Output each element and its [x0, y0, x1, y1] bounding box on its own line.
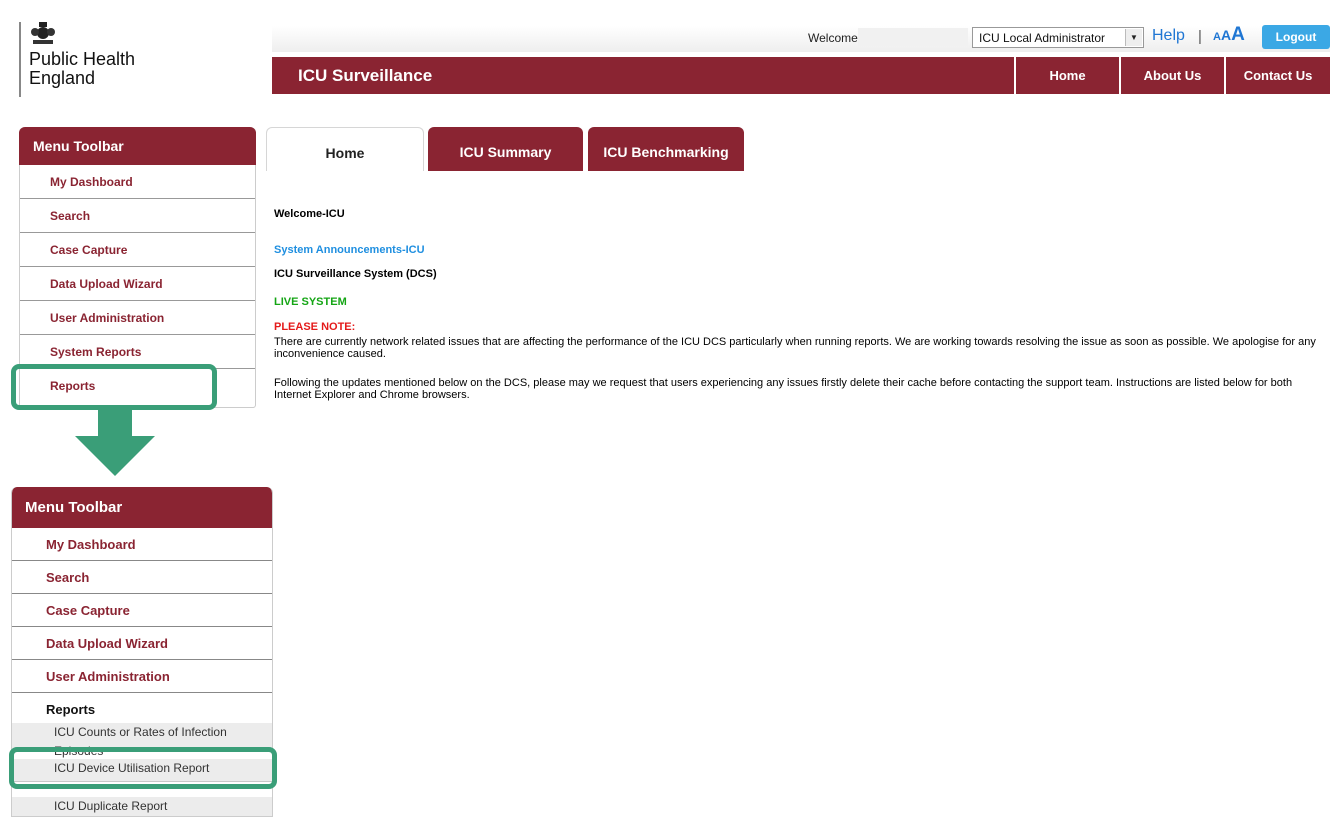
menu-toolbar-expanded-title: Menu Toolbar: [12, 487, 272, 528]
nav-about-us[interactable]: About Us: [1119, 57, 1224, 94]
tab-icu-benchmarking[interactable]: ICU Benchmarking: [588, 127, 744, 171]
reports-highlight: [11, 364, 217, 410]
menu-toolbar-title: Menu Toolbar: [19, 127, 256, 165]
text-size-large[interactable]: A: [1231, 24, 1245, 45]
logo-text: Public Health England: [29, 50, 135, 88]
tab-home[interactable]: Home: [266, 127, 424, 171]
sidebar-item-case-capture[interactable]: Case Capture: [12, 594, 272, 627]
role-select-value: ICU Local Administrator: [979, 31, 1106, 45]
sidebar-item-reports[interactable]: Reports: [12, 693, 272, 726]
welcome-heading: Welcome-ICU: [274, 208, 345, 220]
report-item-icu-duplicate[interactable]: ICU Duplicate Report: [12, 797, 272, 816]
sidebar-item-search[interactable]: Search: [12, 561, 272, 594]
text-size-small[interactable]: A: [1213, 31, 1221, 43]
system-title: ICU Surveillance System (DCS): [274, 268, 437, 280]
welcome-username-redacted: [858, 28, 968, 46]
announcements-title: System Announcements-ICU: [274, 244, 425, 256]
logo-divider: [19, 22, 21, 97]
please-note-label: PLEASE NOTE:: [274, 321, 356, 333]
logo-line2: England: [29, 68, 96, 88]
sidebar-item-data-upload-wizard[interactable]: Data Upload Wizard: [20, 267, 255, 301]
sidebar-item-user-administration[interactable]: User Administration: [20, 301, 255, 335]
role-select[interactable]: ICU Local Administrator ▼: [972, 27, 1144, 48]
notice-paragraph-2: Following the updates mentioned below on…: [274, 377, 1293, 401]
sidebar-item-case-capture[interactable]: Case Capture: [20, 233, 255, 267]
nav-contact-us[interactable]: Contact Us: [1224, 57, 1330, 94]
live-system-label: LIVE SYSTEM: [274, 296, 347, 308]
phe-logo: Public Health England: [19, 14, 219, 97]
notice-paragraph-1: There are currently network related issu…: [274, 336, 1316, 360]
logout-button[interactable]: Logout: [1262, 25, 1330, 49]
help-link[interactable]: Help: [1152, 27, 1185, 45]
text-size-controls[interactable]: AAA: [1213, 24, 1245, 46]
chevron-down-icon[interactable]: ▼: [1125, 29, 1142, 46]
separator: |: [1198, 28, 1202, 45]
logo-line1: Public Health: [29, 49, 136, 69]
sidebar-item-search[interactable]: Search: [20, 199, 255, 233]
device-utilisation-highlight: [9, 747, 277, 789]
down-arrow-icon: [75, 410, 155, 476]
welcome-label: Welcome: [808, 31, 858, 45]
royal-crest-icon: [31, 22, 55, 44]
sidebar-item-user-administration[interactable]: User Administration: [12, 660, 272, 693]
sidebar-item-data-upload-wizard[interactable]: Data Upload Wizard: [12, 627, 272, 660]
sidebar-item-my-dashboard[interactable]: My Dashboard: [20, 165, 255, 199]
sidebar-item-my-dashboard[interactable]: My Dashboard: [12, 528, 272, 561]
nav-home[interactable]: Home: [1014, 57, 1119, 94]
text-size-medium[interactable]: A: [1221, 27, 1231, 43]
app-title: ICU Surveillance: [298, 66, 433, 85]
tab-icu-summary[interactable]: ICU Summary: [428, 127, 583, 171]
